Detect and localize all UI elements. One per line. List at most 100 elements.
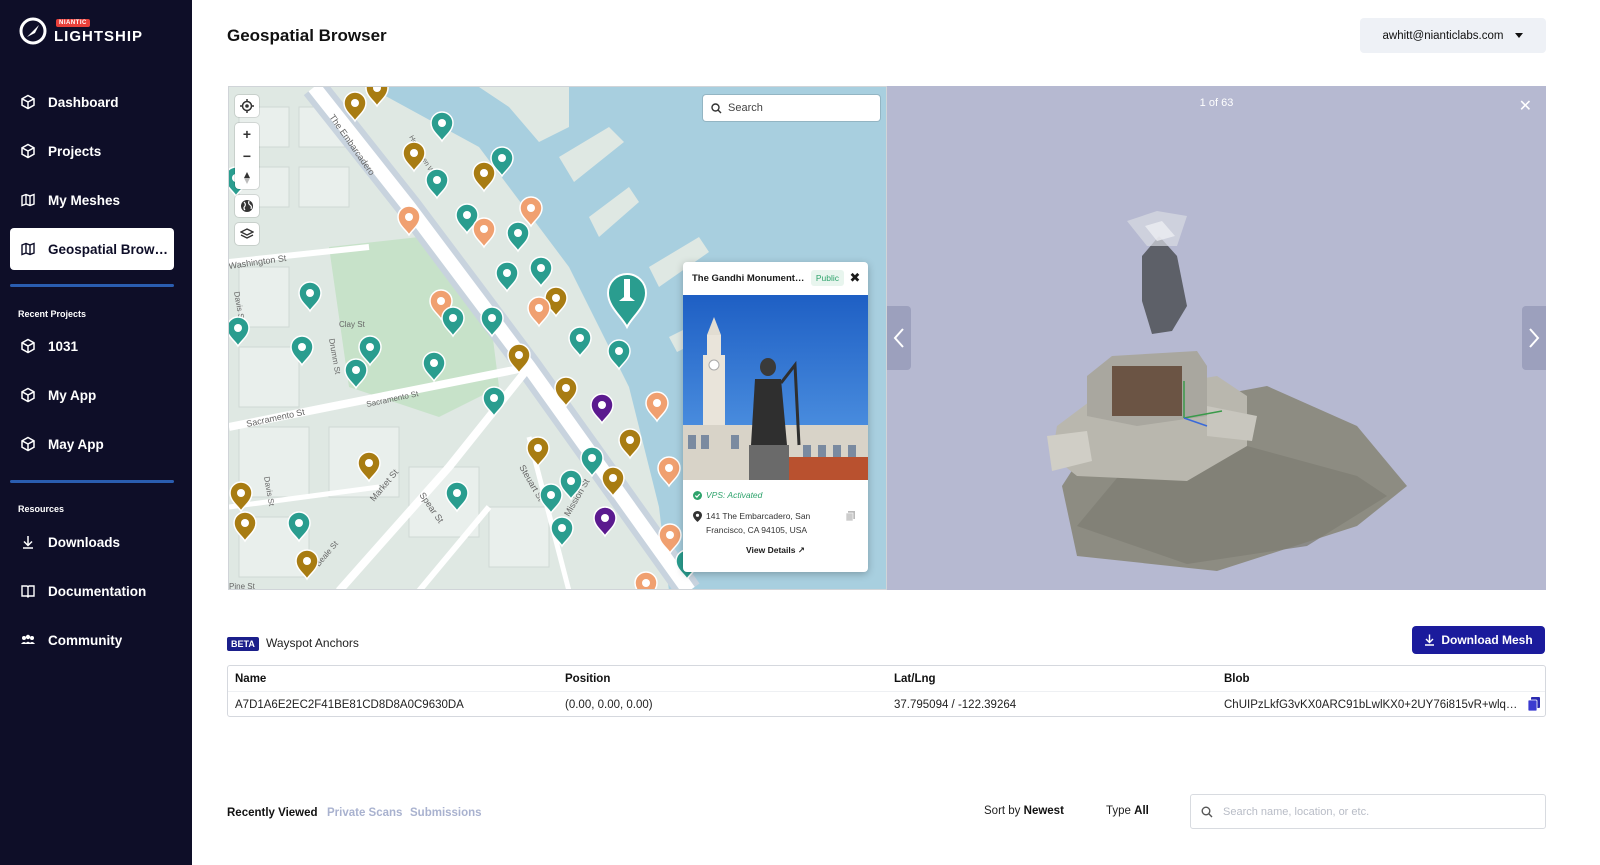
nav-my-meshes[interactable]: My Meshes [10, 179, 174, 221]
map-pin-dot [237, 489, 245, 497]
vps-status: VPS: Activated [693, 490, 762, 500]
map-search-box[interactable] [703, 95, 880, 121]
cube-icon [21, 94, 35, 110]
map-icon [21, 193, 35, 207]
download-mesh-label: Download Mesh [1441, 633, 1533, 647]
nav-downloads-label: Downloads [48, 534, 121, 550]
map-pin-dot [552, 294, 560, 302]
cube-icon [21, 436, 35, 452]
sidebar-divider [10, 480, 174, 483]
tab-submissions[interactable]: Submissions [410, 807, 482, 819]
download-icon [23, 536, 33, 549]
sort-label: Sort by [984, 805, 1021, 817]
locate-control[interactable] [235, 95, 259, 117]
cell-name: A7D1A6E2EC2F41BE81CD8D8A0C9630DA [235, 699, 464, 711]
recent-project-may-app[interactable]: May App [10, 423, 174, 465]
street-label: Sacramento St [245, 407, 306, 429]
mesh-viewer[interactable]: 1 of 63 ✕ [887, 86, 1546, 590]
nav-documentation[interactable]: Documentation [10, 570, 174, 612]
compass-icon[interactable] [235, 167, 259, 189]
map-search-input[interactable] [728, 102, 868, 114]
nav-downloads[interactable]: Downloads [10, 521, 174, 563]
map-pin-dot [515, 351, 523, 359]
map-pin-dot [562, 384, 570, 392]
zoom-out-button[interactable]: − [235, 145, 259, 167]
caret-down-icon [1515, 33, 1524, 38]
close-icon[interactable]: ✕ [1519, 96, 1532, 116]
map-pin-dot [653, 399, 661, 407]
map-pin-dot [534, 444, 542, 452]
viewer-counter: 1 of 63 [1199, 97, 1234, 109]
scan-search-box[interactable] [1190, 794, 1546, 829]
map-pin-dot [430, 359, 438, 367]
type-label: Type [1106, 805, 1131, 817]
map-pin-dot [642, 579, 650, 587]
view-details-label: View Details [746, 545, 796, 555]
chevron-right-icon [1529, 328, 1540, 348]
close-icon[interactable]: ✖ [848, 270, 862, 286]
recent-project-label: 1031 [48, 338, 79, 354]
map-pin-dot [437, 297, 445, 305]
account-dropdown[interactable]: awhitt@nianticlabs.com [1360, 18, 1546, 53]
cell-blob: ChUIPzLkfG3vKX0ARC91bLwlKX0+2UY76i815vR+… [1224, 699, 1520, 711]
tab-recently-viewed[interactable]: Recently Viewed [227, 807, 318, 819]
cube-icon [21, 338, 35, 354]
nav-documentation-label: Documentation [48, 583, 147, 599]
view-details-link[interactable]: View Details ↗ [683, 545, 868, 556]
type-dropdown[interactable]: Type All [1106, 805, 1149, 817]
nav-projects[interactable]: Projects [10, 130, 174, 172]
crosshair-icon[interactable] [235, 95, 259, 117]
map-pin-dot [547, 491, 555, 499]
nav-dashboard[interactable]: Dashboard [10, 81, 174, 123]
map-pin-dot [615, 347, 623, 355]
download-mesh-button[interactable]: Download Mesh [1412, 626, 1545, 654]
map-pin-dot [463, 211, 471, 219]
cell-position: (0.00, 0.00, 0.00) [565, 699, 653, 711]
street-label: Pine St [229, 582, 256, 590]
column-header-latlng: Lat/Lng [894, 673, 936, 685]
recent-project-my-app[interactable]: My App [10, 374, 174, 416]
map-pin-dot [537, 264, 545, 272]
map-pin-dot [234, 324, 242, 332]
map-pin-dot [410, 149, 418, 157]
tab-private-scans[interactable]: Private Scans [327, 807, 402, 819]
globe-icon[interactable] [235, 195, 259, 217]
map-pin-dot [303, 557, 311, 565]
map-pin-dot [298, 343, 306, 351]
check-circle-icon [693, 490, 702, 500]
nav-my-meshes-label: My Meshes [48, 192, 121, 208]
map-pin-dot [490, 394, 498, 402]
map-pin-dot [488, 314, 496, 322]
nav-dashboard-label: Dashboard [48, 94, 119, 110]
scan-search-input[interactable] [1223, 805, 1523, 818]
globe-control[interactable] [235, 195, 259, 217]
layers-icon[interactable] [235, 223, 259, 245]
copy-icon[interactable] [846, 511, 855, 521]
wayspot-popup: The Gandhi Monument a... Public ✖ VPS: A… [683, 262, 868, 572]
previous-button[interactable] [887, 306, 911, 370]
cell-latlng: 37.795094 / -122.39264 [894, 699, 1017, 711]
copy-icon[interactable] [1528, 697, 1540, 711]
map-pin-dot [480, 225, 488, 233]
lightship-logo[interactable]: NIANTIC LIGHTSHIP [18, 16, 143, 46]
zoom-in-button[interactable]: + [235, 123, 259, 145]
type-value: All [1134, 805, 1149, 817]
next-button[interactable] [1522, 306, 1546, 370]
sidebar: NIANTIC LIGHTSHIP Dashboard Projects My … [0, 0, 192, 865]
popup-address: 141 The Embarcadero, San Francisco, CA 9… [693, 509, 855, 537]
nav-geospatial-browser[interactable]: Geospatial Browser [10, 228, 174, 270]
map-icon [21, 242, 35, 256]
location-pin-icon [693, 511, 702, 522]
map-pin-dot [598, 401, 606, 409]
popup-address-text: 141 The Embarcadero, San Francisco, CA 9… [706, 511, 811, 535]
layers-control[interactable] [235, 223, 259, 245]
recent-project-1031[interactable]: 1031 [10, 325, 174, 367]
page-title: Geospatial Browser [227, 26, 387, 45]
wayspot-anchors-title: Wayspot Anchors [266, 636, 359, 650]
map-pin-dot [453, 489, 461, 497]
sort-dropdown[interactable]: Sort by Newest [984, 805, 1064, 817]
nav-community[interactable]: Community [10, 619, 174, 661]
zoom-control: + − [235, 123, 259, 189]
anchors-table: Name Position Lat/Lng Blob A7D1A6E2EC2F4… [227, 665, 1546, 717]
gandhi-monument-photo [683, 295, 868, 480]
